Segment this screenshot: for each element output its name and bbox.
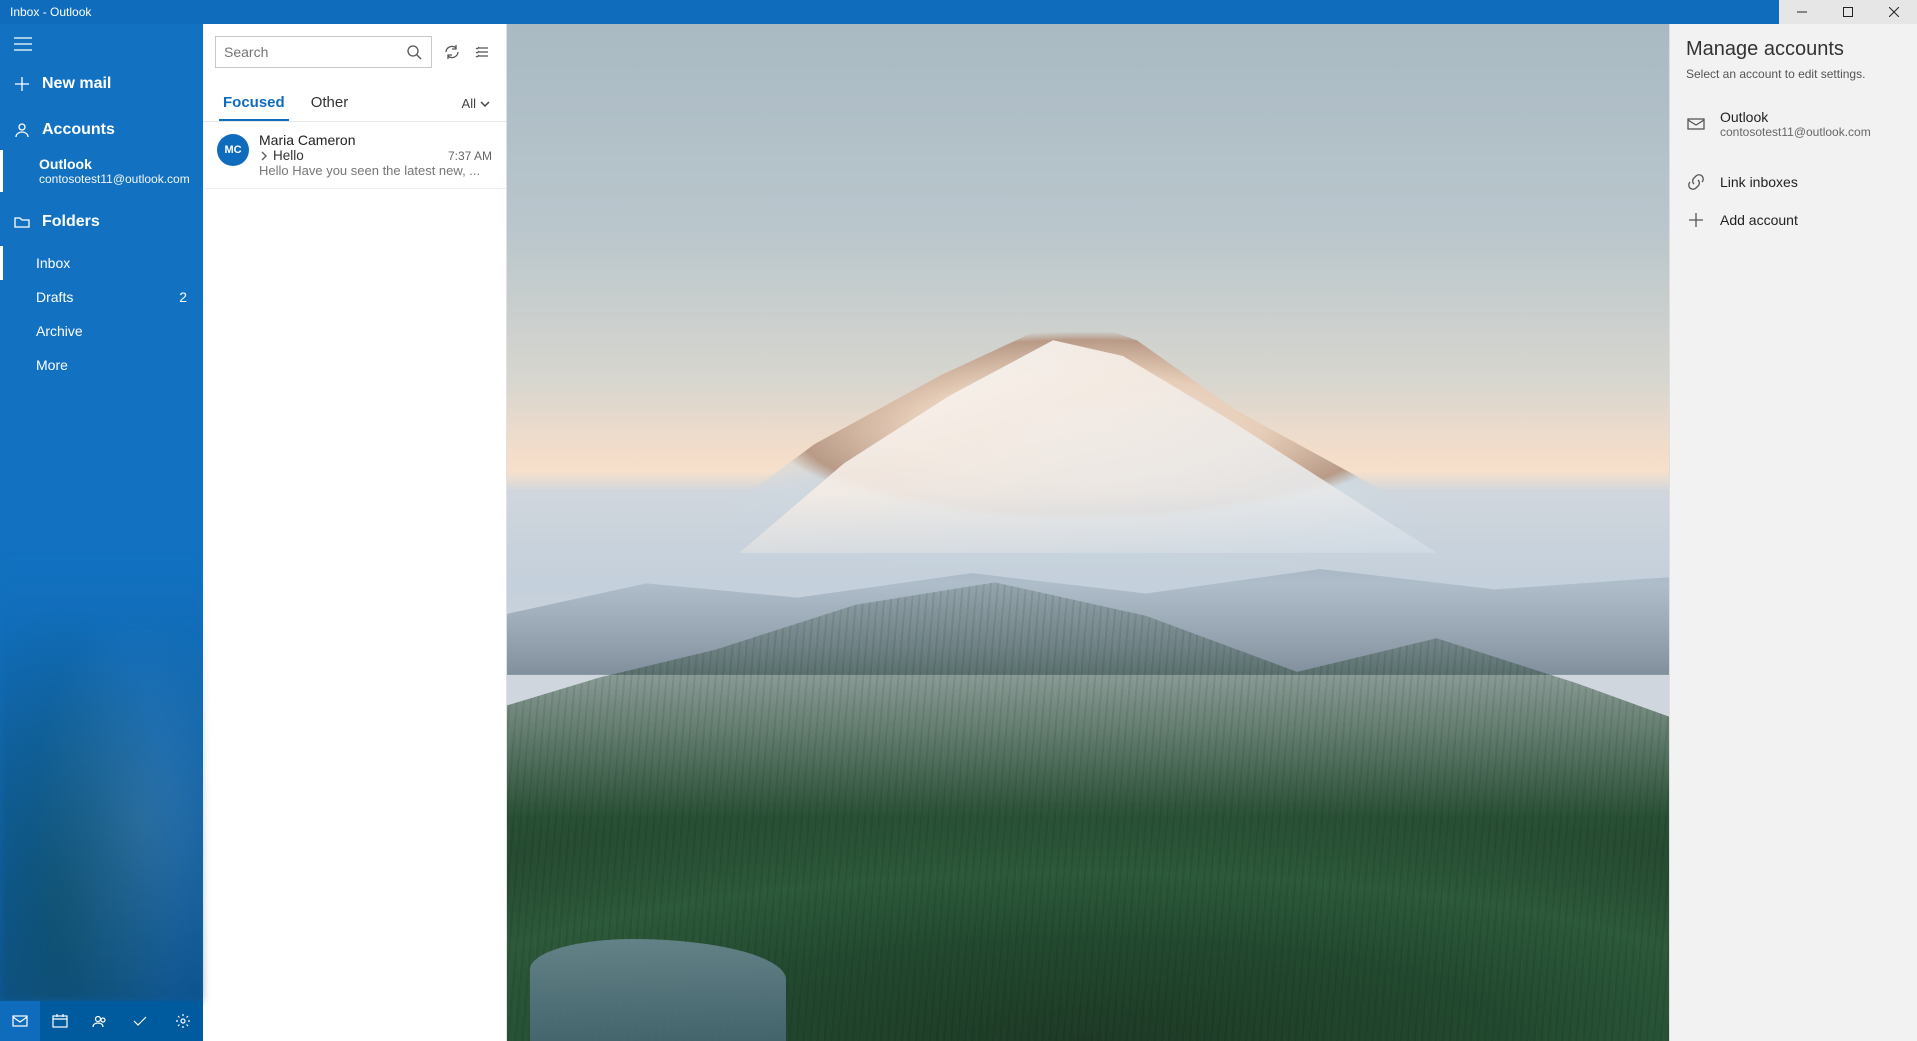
todo-app-icon[interactable]: [120, 1001, 160, 1041]
filter-label: All: [462, 96, 476, 111]
nav-sidebar: New mail Accounts Outlook contosotest11@…: [0, 24, 203, 1041]
inbox-tabs: Focused Other All: [203, 80, 506, 122]
message-time: 7:37 AM: [448, 149, 492, 163]
folders-label: Folders: [42, 213, 100, 231]
plus-icon: [12, 74, 32, 94]
sidebar-account[interactable]: Outlook contosotest11@outlook.com: [0, 150, 203, 192]
search-box[interactable]: [215, 36, 432, 68]
folder-drafts[interactable]: Drafts 2: [0, 280, 203, 314]
folder-label: More: [36, 357, 68, 373]
folder-label: Inbox: [36, 255, 70, 271]
folder-inbox[interactable]: Inbox: [0, 246, 203, 280]
sidebar-bottom-bar: [0, 1001, 203, 1041]
window-title: Inbox - Outlook: [10, 5, 91, 19]
message-list-pane: Focused Other All MC Maria Cameron Hello…: [203, 24, 507, 1041]
avatar: MC: [217, 134, 249, 166]
folders-header[interactable]: Folders: [0, 202, 203, 242]
message-preview: Hello Have you seen the latest new, ...: [259, 163, 492, 178]
folder-label: Archive: [36, 323, 83, 339]
window-controls: [1779, 0, 1917, 24]
mail-app-icon[interactable]: [0, 1001, 40, 1041]
message-subject-text: Hello: [273, 148, 304, 163]
add-account-button[interactable]: Add account: [1670, 201, 1917, 239]
chevron-down-icon: [480, 99, 490, 109]
panel-subtitle: Select an account to edit settings.: [1670, 67, 1917, 99]
sidebar-account-email: contosotest11@outlook.com: [39, 172, 203, 186]
folder-label: Drafts: [36, 289, 73, 305]
folder-count: 2: [179, 289, 187, 305]
accounts-header[interactable]: Accounts: [0, 110, 203, 150]
account-name: Outlook: [1720, 109, 1871, 125]
selection-mode-button[interactable]: [471, 43, 494, 61]
account-email: contosotest11@outlook.com: [1720, 125, 1871, 139]
tab-focused[interactable]: Focused: [219, 94, 289, 121]
panel-title: Manage accounts: [1670, 24, 1917, 67]
sidebar-account-name: Outlook: [39, 156, 203, 172]
reading-pane: [507, 24, 1669, 1041]
search-icon[interactable]: [405, 43, 423, 61]
add-account-label: Add account: [1720, 212, 1798, 228]
close-button[interactable]: [1871, 0, 1917, 24]
maximize-button[interactable]: [1825, 0, 1871, 24]
sync-button[interactable]: [440, 43, 463, 61]
person-icon: [12, 120, 32, 140]
account-entry[interactable]: Outlook contosotest11@outlook.com: [1670, 99, 1917, 149]
link-inboxes-button[interactable]: Link inboxes: [1670, 163, 1917, 201]
chevron-right-icon: [259, 151, 269, 161]
mail-icon: [1686, 115, 1706, 133]
filter-dropdown[interactable]: All: [462, 96, 490, 121]
hamburger-button[interactable]: [0, 24, 203, 64]
new-mail-label: New mail: [42, 75, 111, 93]
minimize-button[interactable]: [1779, 0, 1825, 24]
plus-icon: [1686, 211, 1706, 229]
folder-icon: [12, 212, 32, 232]
manage-accounts-panel: Manage accounts Select an account to edi…: [1669, 24, 1917, 1041]
folder-more[interactable]: More: [0, 348, 203, 382]
tab-other[interactable]: Other: [307, 94, 353, 121]
link-icon: [1686, 173, 1706, 191]
settings-icon[interactable]: [163, 1001, 203, 1041]
title-bar: Inbox - Outlook: [0, 0, 1917, 24]
folder-archive[interactable]: Archive: [0, 314, 203, 348]
people-app-icon[interactable]: [80, 1001, 120, 1041]
message-from: Maria Cameron: [259, 132, 492, 148]
accounts-label: Accounts: [42, 121, 115, 139]
search-input[interactable]: [224, 44, 405, 60]
message-subject: Hello: [259, 148, 304, 163]
link-inboxes-label: Link inboxes: [1720, 174, 1798, 190]
message-item[interactable]: MC Maria Cameron Hello 7:37 AM Hello Hav…: [203, 122, 506, 189]
background-image: [507, 24, 1669, 1041]
new-mail-button[interactable]: New mail: [0, 64, 203, 104]
calendar-app-icon[interactable]: [40, 1001, 80, 1041]
